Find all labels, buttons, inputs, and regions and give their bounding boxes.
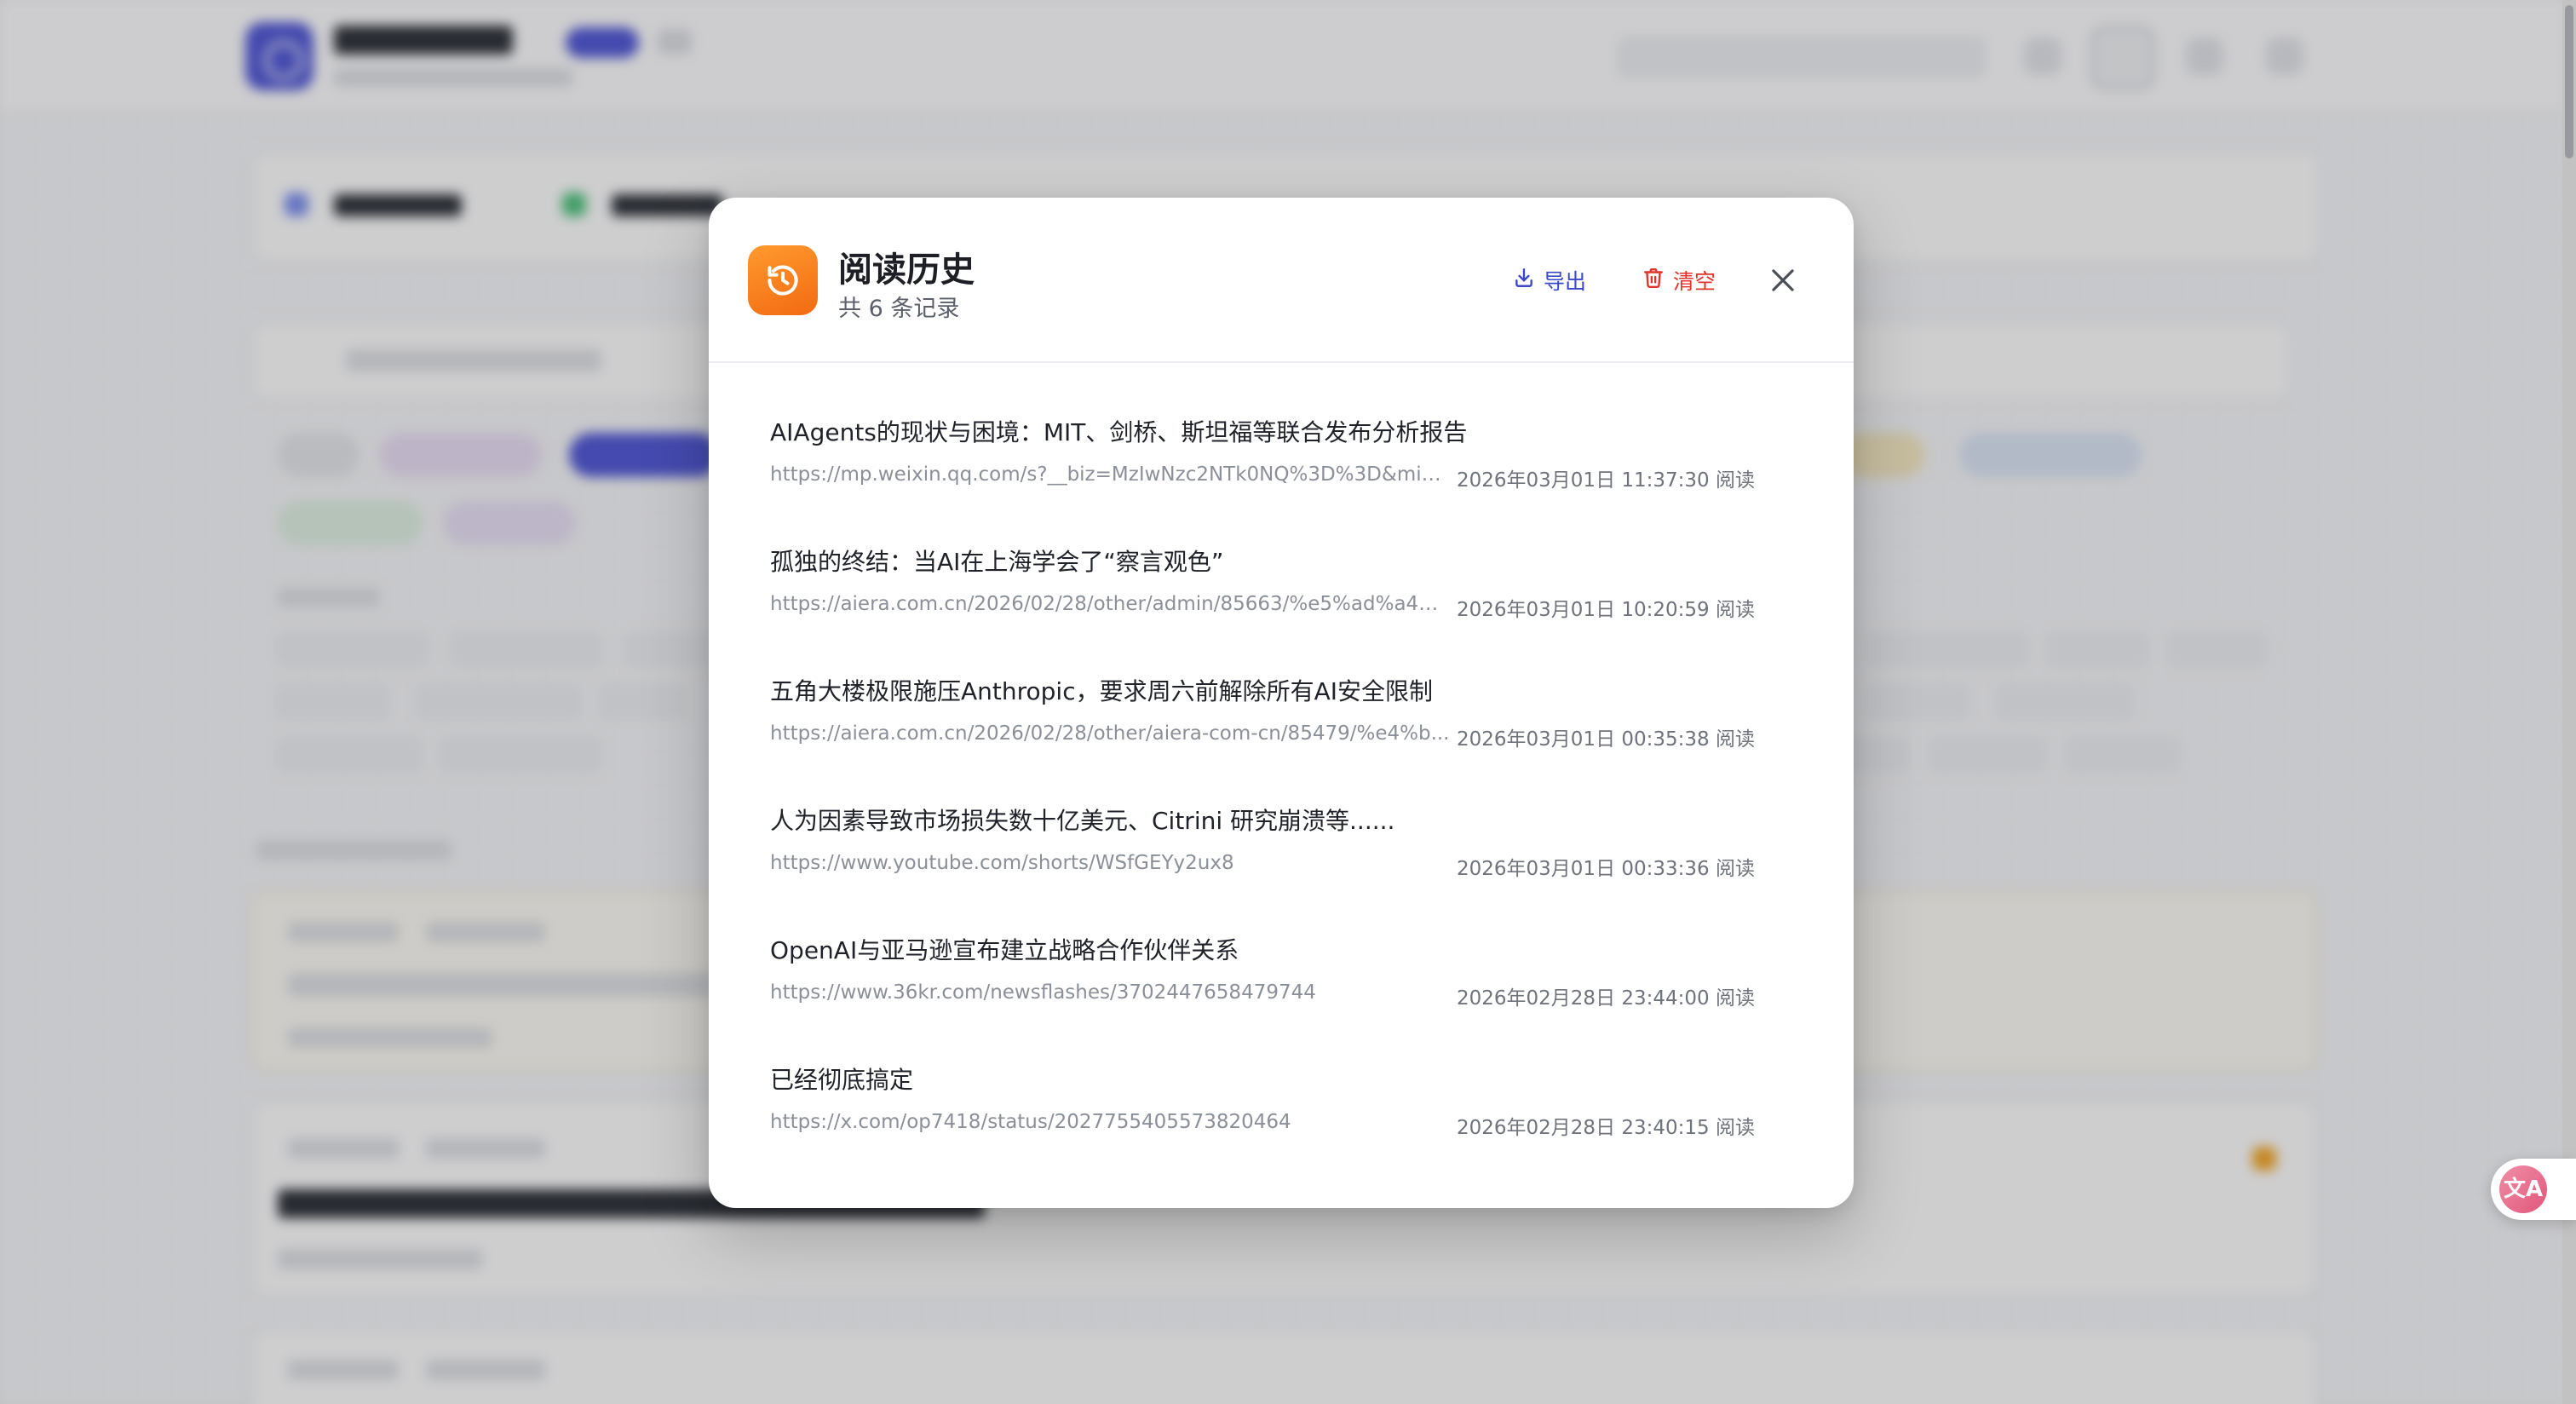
history-item[interactable]: 五角大楼极限施压Anthropic，要求周六前解除所有AI安全限制 https:… [770, 649, 1792, 779]
translate-icon: 文A [2499, 1165, 2547, 1213]
history-item[interactable]: OpenAI与亚马逊宣布建立战略合作伙伴关系 https://www.36kr.… [770, 908, 1792, 1038]
history-item-url: https://www.36kr.com/newsflashes/3702447… [770, 981, 1316, 1004]
clear-label: 清空 [1673, 269, 1716, 294]
history-item-title[interactable]: OpenAI与亚马逊宣布建立战略合作伙伴关系 [770, 932, 1239, 966]
history-item-title[interactable]: 孤独的终结：当AI在上海学会了“察言观色” [770, 544, 1223, 578]
history-item-url: https://aiera.com.cn/2026/02/28/other/ad… [770, 593, 1452, 615]
history-item-title[interactable]: 人为因素导致市场损失数十亿美元、Citrini 研究崩溃等...... [770, 803, 1394, 837]
history-item-url: https://mp.weixin.qq.com/s?__biz=MzIwNzc… [770, 463, 1452, 486]
history-item-time: 2026年03月01日 00:35:38 阅读 [1457, 728, 1755, 751]
modal-header: 阅读历史 共 6 条记录 导出 清空 [709, 198, 1854, 363]
translate-float-button[interactable]: 文A [2491, 1159, 2576, 1220]
history-item-time: 2026年03月01日 00:33:36 阅读 [1457, 858, 1755, 880]
history-item-time: 2026年03月01日 10:20:59 阅读 [1457, 599, 1755, 621]
close-icon [1772, 269, 1794, 291]
trash-icon [1642, 267, 1665, 294]
clear-button[interactable]: 清空 [1642, 261, 1716, 300]
export-label: 导出 [1544, 269, 1587, 294]
reading-history-modal: 阅读历史 共 6 条记录 导出 清空 AIAgents的现状与困境：MIT、剑桥… [709, 198, 1854, 1208]
history-list: AIAgents的现状与困境：MIT、剑桥、斯坦福等联合发布分析报告 https… [709, 365, 1854, 1208]
history-item-title[interactable]: 已经彻底搞定 [770, 1062, 913, 1096]
record-count: 共 6 条记录 [838, 296, 960, 322]
history-item-title[interactable]: AIAgents的现状与困境：MIT、剑桥、斯坦福等联合发布分析报告 [770, 414, 1467, 448]
history-item-time: 2026年02月28日 23:40:15 阅读 [1457, 1117, 1755, 1139]
history-clock-icon [748, 245, 818, 315]
close-button[interactable] [1767, 264, 1799, 296]
history-item-time: 2026年03月01日 11:37:30 阅读 [1457, 469, 1755, 492]
history-item[interactable]: AIAgents的现状与困境：MIT、剑桥、斯坦福等联合发布分析报告 https… [770, 390, 1792, 520]
history-item-url: https://x.com/op7418/status/202775540557… [770, 1111, 1291, 1133]
history-item[interactable]: 人为因素导致市场损失数十亿美元、Citrini 研究崩溃等...... http… [770, 779, 1792, 908]
download-icon [1513, 267, 1535, 294]
history-item-url: https://aiera.com.cn/2026/02/28/other/ai… [770, 722, 1450, 745]
modal-title: 阅读历史 [838, 250, 975, 290]
history-item-time: 2026年02月28日 23:44:00 阅读 [1457, 987, 1755, 1010]
history-item[interactable]: 孤独的终结：当AI在上海学会了“察言观色” https://aiera.com.… [770, 520, 1792, 649]
history-item-title[interactable]: 五角大楼极限施压Anthropic，要求周六前解除所有AI安全限制 [770, 673, 1433, 707]
export-button[interactable]: 导出 [1513, 261, 1586, 300]
history-item[interactable]: 已经彻底搞定 https://x.com/op7418/status/20277… [770, 1038, 1792, 1167]
history-item-url: https://www.youtube.com/shorts/WSfGEYy2u… [770, 852, 1234, 874]
